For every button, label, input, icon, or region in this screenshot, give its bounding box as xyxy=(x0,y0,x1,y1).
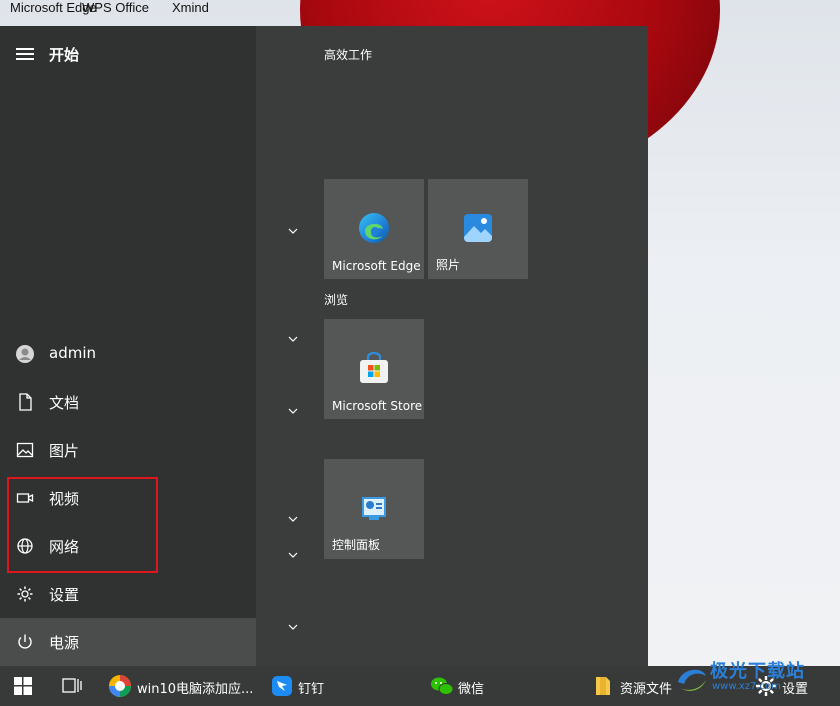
task-view-icon xyxy=(62,678,82,693)
control-panel-icon xyxy=(362,497,386,520)
watermark-text: 极光下载站 xyxy=(710,661,805,682)
desktop-icons: Microsoft Edge WPS Office Xmind xyxy=(0,0,840,26)
group-title-browse: 浏览 xyxy=(324,293,349,307)
photos-icon xyxy=(464,214,492,242)
tile-label: Microsoft Edge xyxy=(332,259,421,273)
rail-item-admin[interactable]: admin xyxy=(0,330,256,378)
hamburger-icon[interactable] xyxy=(16,48,34,60)
taskbar-app-wechat[interactable]: 微信 xyxy=(424,666,584,706)
tile-label: Microsoft Store xyxy=(332,399,423,413)
windows-logo-icon xyxy=(14,677,32,695)
user-avatar-icon xyxy=(16,345,34,363)
highlight-annotation xyxy=(7,477,158,573)
watermark-url: www.xz7.com xyxy=(712,681,781,692)
taskbar-app-dingtalk[interactable]: 钉钉 xyxy=(262,666,422,706)
rail-item-documents[interactable]: 文档 xyxy=(0,378,256,426)
desktop-icon-wps[interactable]: WPS Office xyxy=(82,0,149,15)
desktop-icon-xmind[interactable]: Xmind xyxy=(172,0,209,15)
chevron-down-icon[interactable] xyxy=(288,514,298,524)
tile-microsoft-store[interactable]: Microsoft Store xyxy=(324,319,424,419)
edge-icon xyxy=(359,213,389,243)
start-menu: 开始 admin 文档 图片 视频 网络 设置 电源 高效工作 Microsof… xyxy=(0,26,648,666)
watermark: 极光下载站 www.xz7.com xyxy=(672,654,832,704)
tile-area: 高效工作 Microsoft Edge 照片 浏览 Microsoft Stor… xyxy=(256,26,648,666)
gear-icon xyxy=(17,586,33,602)
rail-item-label: admin xyxy=(49,344,96,362)
document-icon xyxy=(19,393,32,411)
chevron-down-icon[interactable] xyxy=(288,550,298,560)
rail-item-settings[interactable]: 设置 xyxy=(0,570,256,618)
taskbar-app-label: 资源文件 xyxy=(620,682,673,697)
start-header: 开始 xyxy=(0,38,256,70)
chevron-down-icon[interactable] xyxy=(288,334,298,344)
chevron-down-icon[interactable] xyxy=(288,226,298,236)
taskbar-app-label: 微信 xyxy=(458,682,485,697)
rail-item-label: 电源 xyxy=(49,634,80,652)
rail-item-label: 图片 xyxy=(49,442,80,460)
start-rail: 开始 admin 文档 图片 视频 网络 设置 电源 xyxy=(0,26,256,666)
watermark-logo-icon xyxy=(678,669,706,691)
taskbar-app-label: 钉钉 xyxy=(298,682,325,697)
group-title-productivity: 高效工作 xyxy=(324,48,373,62)
taskbar-app-browser[interactable]: win10电脑添加应... xyxy=(100,666,260,706)
folder-icon xyxy=(596,677,610,695)
picture-icon xyxy=(16,442,34,458)
start-button[interactable] xyxy=(0,666,48,706)
rail-item-power[interactable]: 电源 xyxy=(0,618,256,666)
start-title: 开始 xyxy=(49,46,80,64)
power-icon xyxy=(18,634,32,649)
browser-icon xyxy=(109,675,131,697)
taskbar-app-label: win10电脑添加应... xyxy=(137,682,254,697)
rail-item-label: 文档 xyxy=(49,394,80,412)
store-icon xyxy=(360,351,388,383)
chevron-down-icon[interactable] xyxy=(288,406,298,416)
tile-label: 照片 xyxy=(436,258,461,272)
tile-microsoft-edge[interactable]: Microsoft Edge xyxy=(324,179,424,279)
rail-item-label: 设置 xyxy=(49,586,80,604)
rail-item-pictures[interactable]: 图片 xyxy=(0,426,256,474)
tile-label: 控制面板 xyxy=(332,538,381,552)
wechat-icon xyxy=(431,677,454,695)
tile-photos[interactable]: 照片 xyxy=(428,179,528,279)
task-view-button[interactable] xyxy=(50,666,94,706)
tile-control-panel[interactable]: 控制面板 xyxy=(324,459,424,559)
dingtalk-icon xyxy=(272,676,292,696)
chevron-down-icon[interactable] xyxy=(288,622,298,632)
